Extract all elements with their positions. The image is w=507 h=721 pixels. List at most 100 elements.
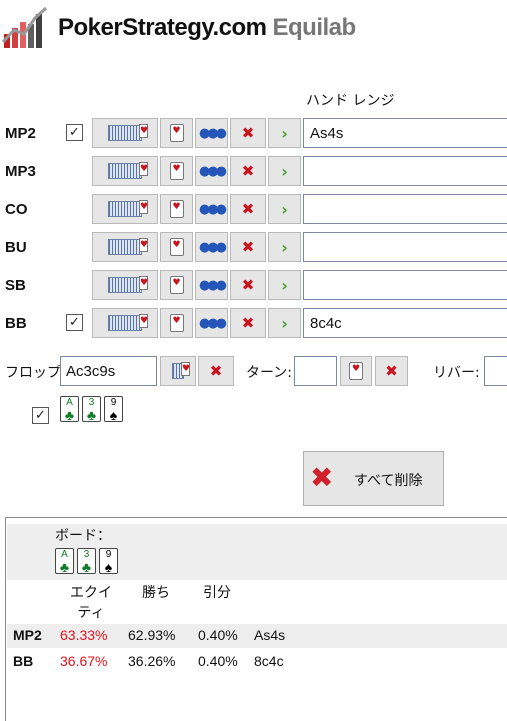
range-editor-button[interactable] [92,308,158,338]
hand-range-input[interactable] [303,308,507,338]
range-editor-button[interactable] [92,156,158,186]
player-row-sb: SB ●●● ✖ › [0,270,507,300]
chips-button[interactable]: ●●● [195,270,228,300]
hand-range-input[interactable] [303,156,507,186]
chips-button[interactable]: ●●● [195,156,228,186]
player-checkbox[interactable]: ✓ [66,124,83,141]
hand-range-header: ハンド レンジ [306,93,395,109]
river-input[interactable] [484,356,507,386]
delete-icon: ✖ [241,124,255,142]
chips-button[interactable]: ●●● [195,118,228,148]
chips-button[interactable]: ●●● [195,194,228,224]
next-button[interactable]: › [268,270,301,300]
delete-icon: ✖ [241,276,255,294]
hand-range-input[interactable] [303,270,507,300]
delete-icon: ✖ [385,362,398,380]
clear-hand-button[interactable]: ✖ [230,270,266,300]
delete-all-label: すべて削除 [354,473,423,489]
hand-range-input[interactable] [303,118,507,148]
card-icon [349,362,363,380]
card-icon [169,162,184,180]
hand-picker-button[interactable] [160,232,193,262]
win-column-header: 勝ち [142,585,170,601]
turn-card-picker-button[interactable] [340,356,372,386]
equity-column-header: エクイ ティ [70,585,112,621]
clear-hand-button[interactable]: ✖ [230,194,266,224]
range-cards-icon [108,238,148,255]
brand-name: PokerStrategy.com [58,14,267,41]
player-row-bu: BU ●●● ✖ › [0,232,507,262]
turn-clear-button[interactable]: ✖ [375,356,408,386]
player-row-mp2: MP2 ✓ ●●● ✖ › [0,118,507,148]
next-button[interactable]: › [268,118,301,148]
result-equity: 63.33% [60,627,108,643]
chips-button[interactable]: ●●● [195,232,228,262]
player-row-co: CO ●●● ✖ › [0,194,507,224]
arrow-right-icon: › [281,161,288,181]
next-button[interactable]: › [268,232,301,262]
flop-clear-button[interactable]: ✖ [198,356,234,386]
next-button[interactable]: › [268,156,301,186]
arrow-right-icon: › [281,123,288,143]
card-suit-icon: ♣ [86,407,97,423]
range-cards-icon [108,162,148,179]
board-card: 9 ♠ [104,396,123,422]
chips-icon: ●●● [198,239,227,255]
arrow-right-icon: › [281,199,288,219]
result-row: MP2 63.33% 62.93% 0.40% As4s [7,624,507,648]
hand-range-input[interactable] [303,194,507,224]
card-suit-icon: ♣ [81,559,92,575]
player-checkbox[interactable]: ✓ [66,314,83,331]
result-win: 36.26% [128,653,176,669]
product-name: Equilab [272,14,356,41]
hand-picker-button[interactable] [160,118,193,148]
result-win: 62.93% [128,627,176,643]
range-editor-button[interactable] [92,194,158,224]
next-button[interactable]: › [268,194,301,224]
result-hand: As4s [254,627,286,643]
clear-hand-button[interactable]: ✖ [230,156,266,186]
player-row-mp3: MP3 ●●● ✖ › [0,156,507,186]
turn-input[interactable] [294,356,337,386]
card-deck-icon [172,362,190,379]
next-button[interactable]: › [268,308,301,338]
hand-picker-button[interactable] [160,270,193,300]
chips-icon: ●●● [198,125,227,141]
hand-picker-button[interactable] [160,308,193,338]
clear-hand-button[interactable]: ✖ [230,118,266,148]
flop-label: フロップ: [5,365,66,381]
board-checkbox[interactable]: ✓ [32,407,49,424]
card-suit-icon: ♣ [64,407,75,423]
hand-range-input[interactable] [303,232,507,262]
tie-column-header: 引分 [203,585,231,601]
clear-hand-button[interactable]: ✖ [230,232,266,262]
delete-icon: ✖ [241,162,255,180]
river-label: リバー: [433,365,480,381]
results-board-label: ボード： [55,528,111,544]
hand-picker-button[interactable] [160,156,193,186]
board-card: A ♣ [60,396,79,422]
board-card: 3 ♣ [82,396,101,422]
flop-card-picker-button[interactable] [160,356,196,386]
player-name: MP3 [5,163,36,180]
arrow-right-icon: › [281,313,288,333]
delete-icon: ✖ [241,238,255,256]
chips-icon: ●●● [198,277,227,293]
delete-all-button[interactable]: ✖ すべて削除 [303,451,444,506]
chips-icon: ●●● [198,201,227,217]
results-board-cards: A ♣ 3 ♣ 9 ♠ [55,548,121,574]
range-editor-button[interactable] [92,270,158,300]
hand-picker-button[interactable] [160,194,193,224]
clear-hand-button[interactable]: ✖ [230,308,266,338]
player-name: CO [5,201,28,218]
card-suit-icon: ♣ [59,559,70,575]
card-icon [169,314,184,332]
arrow-right-icon: › [281,237,288,257]
result-hand: 8c4c [254,653,284,669]
flop-input[interactable] [60,356,157,386]
chips-button[interactable]: ●●● [195,308,228,338]
range-editor-button[interactable] [92,118,158,148]
player-name: SB [5,277,26,294]
player-name: BB [5,315,27,332]
range-editor-button[interactable] [92,232,158,262]
